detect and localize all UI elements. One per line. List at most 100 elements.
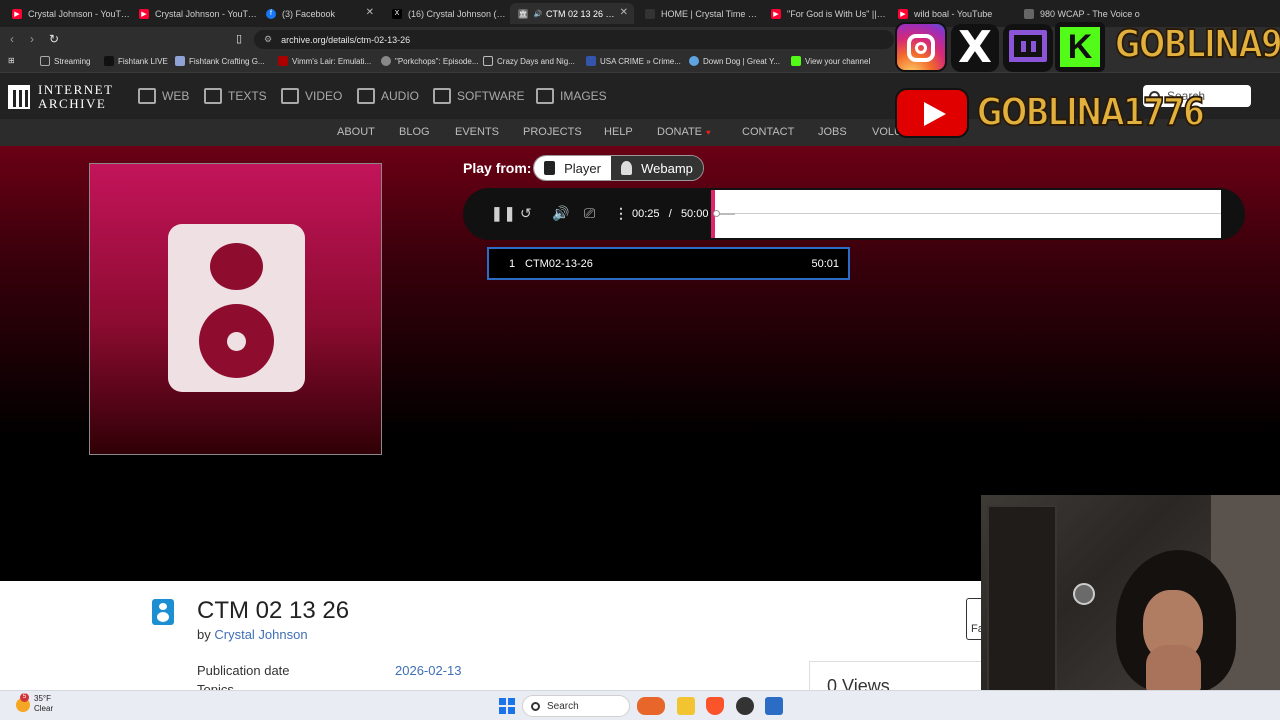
bookmark-label: Down Dog | Great Y... [703, 56, 780, 66]
playlist-item[interactable]: 1 CTM02-13-26 50:01 [487, 247, 850, 280]
views-count: 0 Views [827, 676, 890, 690]
subnav-projects[interactable]: PROJECTS [523, 126, 582, 138]
webamp-option-label: Webamp [641, 160, 693, 176]
subnav-blog[interactable]: BLOG [399, 126, 430, 138]
browser-tab[interactable]: ▶ Crystal Johnson - YouTube [131, 3, 257, 24]
time-separator: / [668, 208, 672, 220]
logo-line: INTERNET [38, 82, 114, 97]
close-tab-icon[interactable]: ✕ [620, 7, 628, 18]
bookmark-item[interactable]: Down Dog | Great Y... [689, 56, 780, 66]
reload-icon[interactable]: ↻ [49, 32, 59, 46]
pause-icon[interactable]: ❚❚ [491, 205, 516, 222]
creator-link[interactable]: Crystal Johnson [214, 627, 307, 642]
taskbar-search[interactable]: Search [522, 695, 630, 717]
media-audio[interactable]: AUDIO [357, 88, 419, 104]
subnav-about[interactable]: ABOUT [337, 126, 375, 138]
bookmark-item[interactable]: USA CRIME » Crime... [586, 56, 681, 66]
tab-title: Crystal Johnson - YouTube [155, 8, 257, 19]
tab-title: (16) Crystal Johnson (@cr [408, 8, 508, 19]
web-icon [138, 88, 156, 104]
media-images[interactable]: IMAGES [536, 88, 607, 104]
floppy-icon [433, 88, 451, 104]
player-icon [544, 161, 556, 175]
publication-date-link[interactable]: 2026-02-13 [395, 663, 462, 678]
bookmark-icon[interactable]: ▯ [236, 32, 242, 45]
x-logo-icon: X [951, 24, 999, 72]
tab-title: HOME | Crystal Time Mach [661, 8, 761, 19]
bookmark-label: Fishtank LIVE [118, 56, 168, 66]
cast-icon[interactable]: ⎚ [584, 205, 595, 222]
youtube-icon: ▶ [771, 8, 781, 19]
item-byline: by Crystal Johnson [197, 627, 308, 642]
notepad-icon[interactable] [765, 697, 783, 715]
folder-icon [40, 56, 50, 66]
obs-icon[interactable] [736, 697, 754, 715]
subnav-help[interactable]: HELP [604, 126, 633, 138]
total-time: 50:00 [680, 208, 709, 220]
subnav-jobs[interactable]: JOBS [818, 126, 847, 138]
media-texts[interactable]: TEXTS [204, 88, 267, 104]
media-label: IMAGES [560, 89, 607, 103]
weather-widget[interactable]: 5 35°F Clear [16, 693, 53, 714]
close-tab-icon[interactable]: ✕ [366, 7, 374, 18]
browser-tab[interactable]: ▶ "For God is With Us" || Am [763, 3, 887, 24]
x-icon: X [392, 8, 402, 19]
track-name: CTM02-13-26 [525, 258, 593, 270]
seek-handle[interactable] [713, 210, 720, 217]
url-bar[interactable]: ⚙ archive.org/details/ctm-02-13-26 [254, 30, 894, 49]
forward-icon[interactable]: › [30, 32, 34, 46]
widget-app-icon[interactable] [637, 697, 665, 715]
ia-logo[interactable]: INTERNET ARCHIVE [8, 83, 114, 111]
page-icon [278, 56, 288, 66]
more-options-icon[interactable]: ⋮ [614, 205, 628, 222]
tab-title: "For God is With Us" || Am [787, 8, 887, 19]
browser-tab[interactable]: HOME | Crystal Time Mach [637, 3, 761, 24]
time-display: 00:25 / 50:00 [632, 208, 708, 220]
fishtank-icon [104, 56, 114, 66]
facebook-icon: f [266, 8, 276, 19]
file-explorer-icon[interactable] [677, 697, 695, 715]
bookmark-item[interactable]: Fishtank LIVE [104, 56, 168, 66]
bookmark-item[interactable]: Vimm's Lair: Emulati... [278, 56, 371, 66]
site-info-icon[interactable]: ⚙ [264, 34, 272, 45]
media-video[interactable]: VIDEO [281, 88, 342, 104]
bookmark-label: Fishtank Crafting G... [189, 56, 265, 66]
subnav-events[interactable]: EVENTS [455, 126, 499, 138]
logo-line: ARCHIVE [38, 96, 107, 111]
bookmark-label: Vimm's Lair: Emulati... [292, 56, 372, 66]
webamp-option[interactable]: Webamp [611, 156, 703, 180]
bookmark-item[interactable]: Fishtank Crafting G... [175, 56, 265, 66]
player-option-label: Player [564, 160, 601, 176]
brave-browser-icon[interactable] [706, 697, 724, 715]
publication-label: Publication date [197, 663, 290, 678]
social-overlay: X K GOBLINA911 GOBLINA1776 [895, 20, 1280, 140]
browser-tab[interactable]: X (16) Crystal Johnson (@cr [384, 3, 508, 24]
bookmark-item[interactable]: View your channel [791, 56, 870, 66]
archive-temple-icon [8, 85, 30, 109]
player-option[interactable]: Player [534, 156, 611, 180]
subnav-donate[interactable]: DONATE ♥ [657, 126, 711, 138]
speaker-icon: 🔊 [533, 10, 543, 18]
browser-tab[interactable]: f (3) Facebook ✕ [258, 3, 380, 24]
donate-label: DONATE [657, 126, 703, 138]
tab-title: (3) Facebook [282, 8, 336, 19]
page-icon [586, 56, 596, 66]
bookmark-item[interactable]: Streaming [40, 56, 90, 66]
volume-icon[interactable]: 🔊 [552, 205, 569, 222]
media-software[interactable]: SOFTWARE [433, 88, 525, 104]
speaker-icon [357, 88, 375, 104]
apps-grid-icon[interactable]: ⊞ [8, 56, 15, 65]
rewind-10-icon[interactable]: ↺ [520, 205, 532, 222]
back-icon[interactable]: ‹ [10, 32, 14, 46]
seek-bar[interactable] [711, 190, 1221, 238]
seek-track [711, 213, 1221, 214]
subnav-contact[interactable]: CONTACT [742, 126, 794, 138]
bookmark-label: Crazy Days and Nig... [497, 56, 575, 66]
media-web[interactable]: WEB [138, 88, 189, 104]
browser-tab[interactable]: ▶ Crystal Johnson - YouTube [4, 3, 130, 24]
bookmark-item[interactable]: Crazy Days and Nig... [483, 56, 575, 66]
bookmark-label: "Porkchops": Episode... [395, 56, 479, 66]
bookmark-item[interactable]: "Porkchops": Episode... [381, 56, 479, 66]
windows-start-icon[interactable] [499, 698, 515, 714]
browser-tab-active[interactable]: 🏛 🔊 CTM 02 13 26 : Cry ✕ [510, 3, 634, 24]
